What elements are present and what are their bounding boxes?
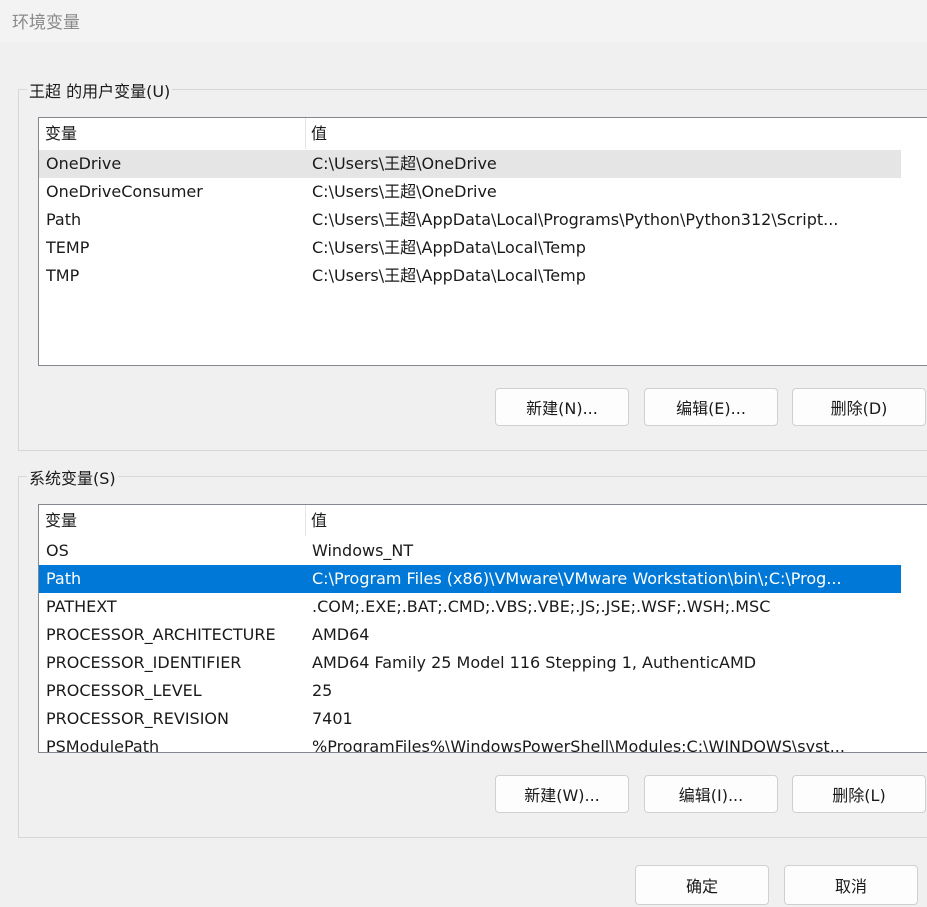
variable-value: AMD64 Family 25 Model 116 Stepping 1, Au… — [312, 653, 757, 672]
table-row[interactable]: OneDriveConsumer C:\Users\王超\OneDrive — [39, 178, 927, 206]
variable-value: %ProgramFiles%\WindowsPowerShell\Modules… — [312, 737, 845, 753]
variable-value: AMD64 — [312, 625, 370, 644]
title-bar: 环境变量 — [0, 0, 927, 42]
column-divider[interactable] — [305, 118, 306, 149]
list-header: 变量 值 — [39, 505, 927, 537]
system-new-button[interactable]: 新建(W)... — [495, 775, 629, 813]
system-variables-label: 系统变量(S) — [27, 465, 118, 489]
table-row[interactable]: PROCESSOR_ARCHITECTURE AMD64 — [39, 621, 927, 649]
column-header-variable[interactable]: 变量 — [45, 118, 305, 149]
table-row[interactable]: TEMP C:\Users\王超\AppData\Local\Temp — [39, 234, 927, 262]
table-row[interactable]: OneDrive C:\Users\王超\OneDrive — [39, 150, 901, 178]
variable-value: Windows_NT — [312, 541, 414, 560]
window-title: 环境变量 — [12, 13, 80, 33]
column-divider[interactable] — [305, 505, 306, 536]
variable-name: PROCESSOR_LEVEL — [46, 681, 202, 700]
variable-name: Path — [46, 569, 82, 588]
system-variables-list[interactable]: 变量 值 OS Windows_NT Path C:\Program Files… — [38, 504, 927, 753]
user-variables-label: 王超 的用户变量(U) — [27, 78, 173, 102]
table-row[interactable]: Path C:\Users\王超\AppData\Local\Programs\… — [39, 206, 927, 234]
list-header: 变量 值 — [39, 118, 927, 150]
variable-value: C:\Users\王超\AppData\Local\Temp — [312, 266, 586, 285]
ok-button[interactable]: 确定 — [635, 865, 769, 905]
table-row[interactable]: PROCESSOR_LEVEL 25 — [39, 677, 927, 705]
variable-name: OS — [46, 541, 69, 560]
table-row[interactable]: OS Windows_NT — [39, 537, 927, 565]
table-row[interactable]: PATHEXT .COM;.EXE;.BAT;.CMD;.VBS;.VBE;.J… — [39, 593, 927, 621]
variable-value: C:\Users\王超\AppData\Local\Programs\Pytho… — [312, 210, 839, 229]
user-delete-button[interactable]: 删除(D) — [792, 388, 926, 426]
cancel-button[interactable]: 取消 — [784, 865, 918, 905]
column-header-value[interactable]: 值 — [311, 118, 327, 149]
column-header-variable[interactable]: 变量 — [45, 505, 305, 536]
variable-name: Path — [46, 210, 82, 229]
variable-value: C:\Program Files (x86)\VMware\VMware Wor… — [312, 569, 842, 588]
variable-value: C:\Users\王超\OneDrive — [312, 154, 497, 173]
column-header-value[interactable]: 值 — [311, 505, 327, 536]
variable-value: .COM;.EXE;.BAT;.CMD;.VBS;.VBE;.JS;.JSE;.… — [312, 597, 771, 616]
user-variables-list[interactable]: 变量 值 OneDrive C:\Users\王超\OneDrive OneDr… — [38, 117, 927, 366]
variable-name: PSModulePath — [46, 737, 160, 753]
variable-value: 7401 — [312, 709, 353, 728]
table-row[interactable]: PROCESSOR_REVISION 7401 — [39, 705, 927, 733]
user-edit-button[interactable]: 编辑(E)... — [644, 388, 778, 426]
table-row-selected[interactable]: Path C:\Program Files (x86)\VMware\VMwar… — [39, 565, 901, 593]
table-row[interactable]: TMP C:\Users\王超\AppData\Local\Temp — [39, 262, 927, 290]
variable-name: PROCESSOR_ARCHITECTURE — [46, 625, 276, 644]
variable-name: OneDriveConsumer — [46, 182, 203, 201]
variable-name: PROCESSOR_REVISION — [46, 709, 229, 728]
variable-name: OneDrive — [46, 154, 122, 173]
system-delete-button[interactable]: 删除(L) — [792, 775, 926, 813]
variable-name: TMP — [46, 266, 80, 285]
user-new-button[interactable]: 新建(N)... — [495, 388, 629, 426]
variable-value: C:\Users\王超\OneDrive — [312, 182, 497, 201]
variable-name: PROCESSOR_IDENTIFIER — [46, 653, 242, 672]
system-edit-button[interactable]: 编辑(I)... — [644, 775, 778, 813]
variable-value: 25 — [312, 681, 333, 700]
variable-name: PATHEXT — [46, 597, 117, 616]
table-row[interactable]: PSModulePath %ProgramFiles%\WindowsPower… — [39, 733, 927, 753]
table-row[interactable]: PROCESSOR_IDENTIFIER AMD64 Family 25 Mod… — [39, 649, 927, 677]
variable-value: C:\Users\王超\AppData\Local\Temp — [312, 238, 586, 257]
variable-name: TEMP — [46, 238, 90, 257]
